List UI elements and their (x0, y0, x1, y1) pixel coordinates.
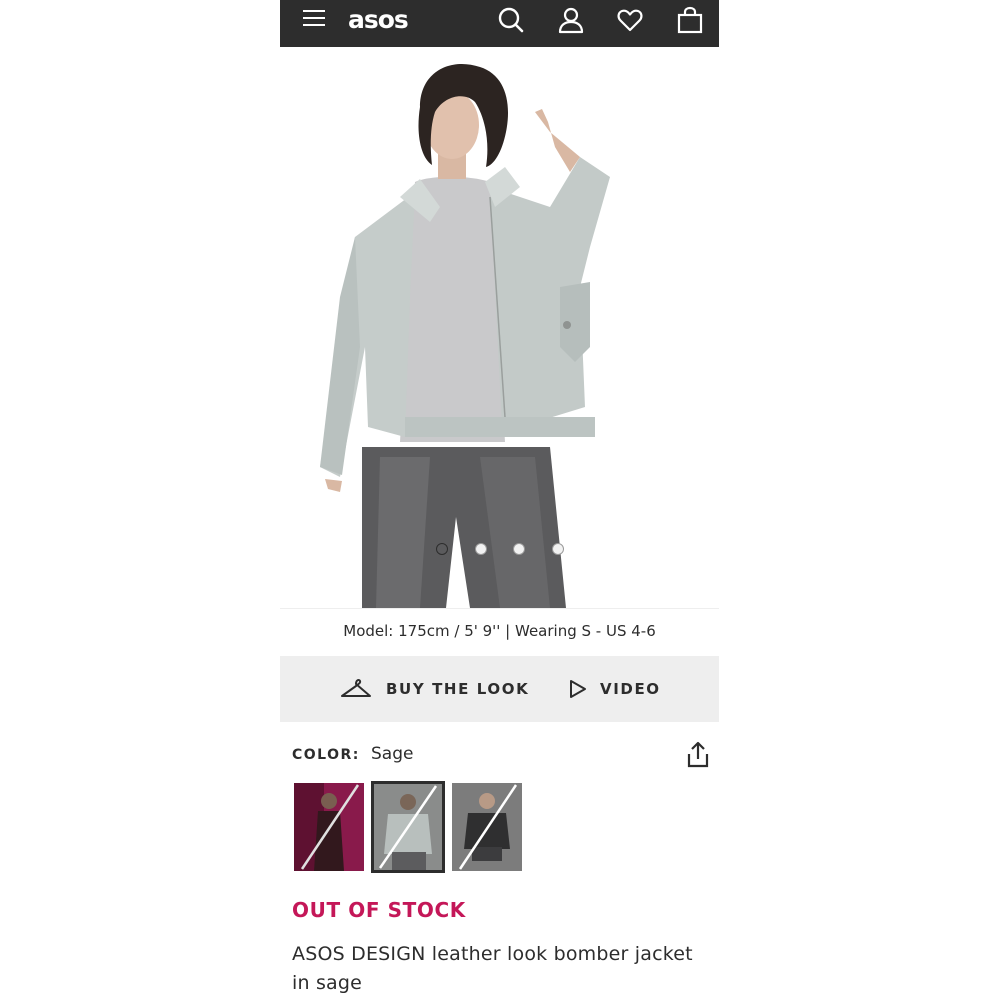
gallery-dot[interactable] (475, 543, 487, 555)
model-size-info: Model: 175cm / 5' 9'' | Wearing S - US 4… (343, 622, 656, 640)
bag-button[interactable] (674, 0, 706, 43)
product-image-gallery[interactable] (280, 47, 719, 608)
action-bar: BUY THE LOOK VIDEO (280, 656, 719, 722)
color-swatch-sage[interactable] (371, 781, 445, 873)
menu-button[interactable] (296, 0, 332, 41)
color-swatch-burgundy[interactable] (294, 783, 364, 871)
heart-icon (617, 9, 643, 31)
swatch-thumbnail (452, 783, 522, 871)
product-page: asos Model: 175cm / 5' 9'' | Wearing S -… (280, 0, 719, 1000)
gallery-dot[interactable] (552, 543, 564, 555)
top-navigation-bar: asos (280, 0, 719, 47)
product-title: ASOS DESIGN leather look bomber jacket i… (292, 943, 693, 994)
stock-status: OUT OF STOCK (292, 898, 466, 922)
color-label: COLOR: (292, 747, 360, 763)
swatch-thumbnail (374, 784, 442, 870)
hanger-icon (341, 679, 371, 697)
menu-icon (303, 9, 325, 26)
color-value: Sage (370, 744, 414, 764)
saved-items-button[interactable] (614, 0, 646, 43)
divider (280, 608, 719, 609)
account-button[interactable] (555, 0, 587, 43)
swatch-thumbnail (294, 783, 364, 871)
video-button[interactable]: VIDEO (568, 656, 661, 722)
color-selector-header: COLOR: Sage (292, 744, 712, 770)
color-swatch-black[interactable] (452, 783, 522, 871)
asos-logo[interactable]: asos (348, 2, 409, 38)
gallery-pagination (280, 543, 719, 559)
gallery-dot[interactable] (513, 543, 525, 555)
buy-the-look-button[interactable]: BUY THE LOOK (340, 656, 529, 722)
search-icon (498, 7, 524, 32)
share-button[interactable] (685, 741, 711, 769)
search-button[interactable] (495, 0, 527, 43)
product-photo (280, 47, 719, 608)
share-icon (687, 741, 709, 768)
gallery-dot[interactable] (436, 543, 448, 555)
video-label: VIDEO (600, 680, 661, 698)
buy-the-look-label: BUY THE LOOK (386, 680, 530, 698)
account-icon (558, 7, 584, 33)
color-swatches (294, 781, 534, 873)
play-icon (570, 680, 586, 698)
bag-icon (677, 6, 703, 33)
